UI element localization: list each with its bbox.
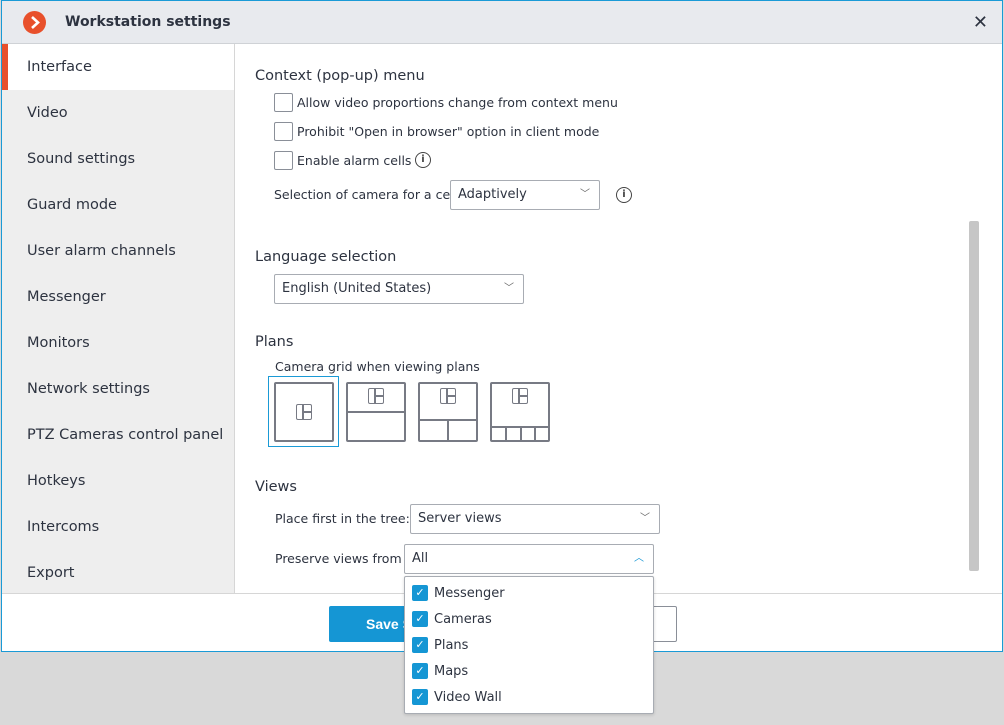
sidebar-item-label: User alarm channels — [27, 243, 176, 259]
info-icon[interactable]: i — [616, 187, 632, 203]
grid-option-3[interactable] — [418, 382, 478, 442]
view-option-plans[interactable]: ✓ Plans — [405, 632, 653, 658]
preserve-views-list: ✓ Messenger ✓ Cameras ✓ Plans ✓ Maps ✓ Video Wall — [404, 576, 654, 714]
sidebar-item-ptz-cameras-control-panel[interactable]: PTZ Cameras control panel — [2, 412, 234, 458]
plan-icon — [368, 388, 384, 404]
chevron-down-icon: ﹀ — [640, 513, 650, 524]
sidebar-item-label: Messenger — [27, 289, 106, 305]
view-option-label: Cameras — [434, 611, 492, 627]
sidebar-item-label: Intercoms — [27, 519, 100, 535]
context-menu-heading: Context (pop-up) menu — [255, 68, 425, 84]
prohibit-browser-label: Prohibit "Open in browser" option in cli… — [297, 124, 600, 139]
sidebar-item-label: Monitors — [27, 335, 90, 351]
prohibit-browser-checkbox[interactable] — [274, 122, 293, 141]
place-first-label: Place first in the tree: — [275, 511, 410, 526]
grid-option-4[interactable] — [490, 382, 550, 442]
allow-proportions-checkbox[interactable] — [274, 93, 293, 112]
sidebar-item-label: Interface — [27, 59, 92, 75]
language-value: English (United States) — [282, 281, 432, 296]
language-heading: Language selection — [255, 249, 397, 265]
grid-option-2[interactable] — [346, 382, 406, 442]
view-option-cameras[interactable]: ✓ Cameras — [405, 606, 653, 632]
sidebar-item-label: Guard mode — [27, 197, 117, 213]
view-option-messenger[interactable]: ✓ Messenger — [405, 580, 653, 606]
enable-alarm-cells-label: Enable alarm cells — [297, 153, 412, 168]
view-option-video-wall[interactable]: ✓ Video Wall — [405, 684, 653, 710]
sidebar-item-hotkeys[interactable]: Hotkeys — [2, 458, 234, 504]
window-title: Workstation settings — [65, 14, 231, 30]
sidebar-item-network-settings[interactable]: Network settings — [2, 366, 234, 412]
plan-icon — [296, 404, 312, 420]
plan-icon — [440, 388, 456, 404]
sidebar-item-label: PTZ Cameras control panel — [27, 427, 224, 443]
sidebar-item-label: Network settings — [27, 381, 150, 397]
chevron-up-icon: ︿ — [634, 553, 644, 564]
plan-icon — [512, 388, 528, 404]
view-option-label: Plans — [434, 637, 469, 653]
language-dropdown[interactable]: English (United States) ﹀ — [274, 274, 524, 304]
camera-grid-label: Camera grid when viewing plans — [275, 359, 480, 374]
sidebar-item-monitors[interactable]: Monitors — [2, 320, 234, 366]
title-bar: Workstation settings ✕ — [2, 1, 1002, 44]
enable-alarm-cells-checkbox[interactable] — [274, 151, 293, 170]
checkbox-checked-icon[interactable]: ✓ — [412, 637, 428, 653]
camera-selection-value: Adaptively — [458, 187, 527, 202]
sidebar-item-label: Export — [27, 565, 75, 581]
place-first-value: Server views — [418, 511, 502, 526]
sidebar-item-label: Hotkeys — [27, 473, 86, 489]
view-option-label: Messenger — [434, 585, 505, 601]
sidebar-item-sound-settings[interactable]: Sound settings — [2, 136, 234, 182]
sidebar: Interface Video Sound settings Guard mode Us… — [2, 44, 235, 593]
close-icon[interactable]: ✕ — [973, 12, 988, 33]
sidebar-item-export[interactable]: Export — [2, 550, 234, 596]
preserve-views-dropdown[interactable]: All ︿ — [404, 544, 654, 574]
sidebar-item-label: Sound settings — [27, 151, 136, 167]
preserve-views-value: All — [412, 551, 429, 566]
sidebar-item-guard-mode[interactable]: Guard mode — [2, 182, 234, 228]
camera-selection-dropdown[interactable]: Adaptively ﹀ — [450, 180, 600, 210]
sidebar-item-video[interactable]: Video — [2, 90, 234, 136]
checkbox-checked-icon[interactable]: ✓ — [412, 663, 428, 679]
view-option-label: Video Wall — [434, 689, 502, 705]
app-logo-icon — [23, 11, 46, 34]
plans-heading: Plans — [255, 334, 294, 350]
checkbox-checked-icon[interactable]: ✓ — [412, 611, 428, 627]
preserve-views-label: Preserve views from — [275, 551, 402, 566]
sidebar-item-user-alarm-channels[interactable]: User alarm channels — [2, 228, 234, 274]
sidebar-item-label: Video — [27, 105, 68, 121]
sidebar-item-intercoms[interactable]: Intercoms — [2, 504, 234, 550]
sidebar-item-interface[interactable]: Interface — [2, 44, 234, 90]
grid-option-1[interactable] — [274, 382, 334, 442]
sidebar-item-messenger[interactable]: Messenger — [2, 274, 234, 320]
checkbox-checked-icon[interactable]: ✓ — [412, 585, 428, 601]
chevron-down-icon: ﹀ — [504, 283, 514, 294]
place-first-dropdown[interactable]: Server views ﹀ — [410, 504, 660, 534]
camera-selection-label: Selection of camera for a cell — [274, 187, 458, 202]
scrollbar[interactable] — [969, 221, 979, 571]
allow-proportions-label: Allow video proportions change from cont… — [297, 95, 618, 110]
view-option-maps[interactable]: ✓ Maps — [405, 658, 653, 684]
info-icon[interactable]: i — [415, 152, 431, 168]
chevron-down-icon: ﹀ — [580, 189, 590, 200]
checkbox-checked-icon[interactable]: ✓ — [412, 689, 428, 705]
view-option-label: Maps — [434, 663, 469, 679]
views-heading: Views — [255, 479, 297, 495]
